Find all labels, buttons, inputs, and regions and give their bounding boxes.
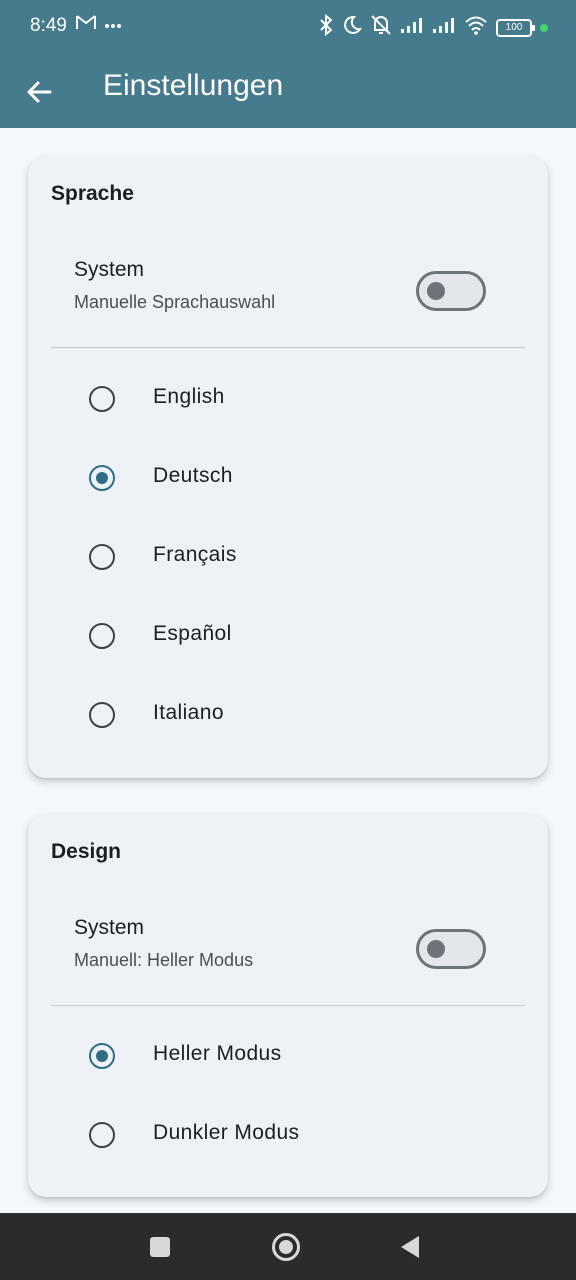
language-system-switch[interactable] <box>416 271 486 311</box>
language-system-subtitle: Manuelle Sprachauswahl <box>74 292 276 312</box>
design-system-switch[interactable] <box>416 929 486 969</box>
more-dots-icon <box>104 16 122 34</box>
status-right-icons: 100 <box>318 13 548 41</box>
page-title: Einstellungen <box>103 69 284 102</box>
design-option-label: Heller Modus <box>153 1042 282 1065</box>
language-option-deutsch[interactable]: Deutsch <box>28 443 548 513</box>
radio-button[interactable] <box>89 702 115 728</box>
design-option-label: Dunkler Modus <box>153 1121 300 1144</box>
language-system-row[interactable]: System Manuelle Sprachauswahl <box>28 258 548 346</box>
home-circle-icon <box>269 1233 303 1268</box>
recents-button[interactable] <box>143 1230 177 1264</box>
status-bar: 8:49 100 <box>0 0 576 56</box>
moon-icon <box>342 15 362 40</box>
radio-button[interactable] <box>89 1122 115 1148</box>
design-system-row[interactable]: System Manuell: Heller Modus <box>28 916 548 1004</box>
language-option-label: Deutsch <box>153 464 233 487</box>
wifi-icon <box>464 15 488 40</box>
signal-icon <box>400 16 424 39</box>
bell-muted-icon <box>370 14 392 41</box>
design-option-light[interactable]: Heller Modus <box>28 1021 548 1091</box>
language-option-italiano[interactable]: Italiano <box>28 680 548 750</box>
language-option-english[interactable]: English <box>28 364 548 434</box>
language-card: Sprache System Manuelle Sprachauswahl En… <box>28 156 548 778</box>
recents-square-icon <box>143 1237 177 1268</box>
status-time: 8:49 <box>30 15 67 36</box>
app-bar: Einstellungen <box>0 56 576 128</box>
language-option-francais[interactable]: Français <box>28 522 548 592</box>
nav-back-button[interactable] <box>393 1230 427 1264</box>
signal-icon <box>432 16 456 39</box>
radio-button[interactable] <box>89 623 115 649</box>
language-option-label: Italiano <box>153 701 224 724</box>
design-system-label: System <box>74 916 145 939</box>
back-button[interactable] <box>22 72 62 112</box>
language-option-label: Español <box>153 622 232 645</box>
radio-button-checked[interactable] <box>89 465 115 491</box>
battery-icon: 100 <box>496 18 535 37</box>
switch-thumb <box>427 940 445 958</box>
design-card: Design System Manuell: Heller Modus Hell… <box>28 814 548 1197</box>
status-left-icons <box>76 14 122 35</box>
divider <box>51 1005 525 1006</box>
radio-button[interactable] <box>89 386 115 412</box>
language-option-espanol[interactable]: Español <box>28 601 548 671</box>
back-triangle-icon <box>393 1236 427 1268</box>
divider <box>51 347 525 348</box>
radio-button[interactable] <box>89 544 115 570</box>
radio-button-checked[interactable] <box>89 1043 115 1069</box>
arrow-back-icon <box>22 81 62 116</box>
language-system-label: System <box>74 258 145 281</box>
gmail-icon <box>76 14 96 35</box>
language-option-label: Français <box>153 543 237 566</box>
design-option-dark[interactable]: Dunkler Modus <box>28 1100 548 1170</box>
home-button[interactable] <box>269 1230 303 1264</box>
bluetooth-icon <box>318 13 334 41</box>
design-card-title: Design <box>51 840 122 863</box>
privacy-indicator-dot <box>540 23 548 32</box>
switch-thumb <box>427 282 445 300</box>
system-nav-bar <box>0 1213 576 1280</box>
language-card-title: Sprache <box>51 182 134 205</box>
design-system-subtitle: Manuell: Heller Modus <box>74 950 254 970</box>
language-option-label: English <box>153 385 225 408</box>
